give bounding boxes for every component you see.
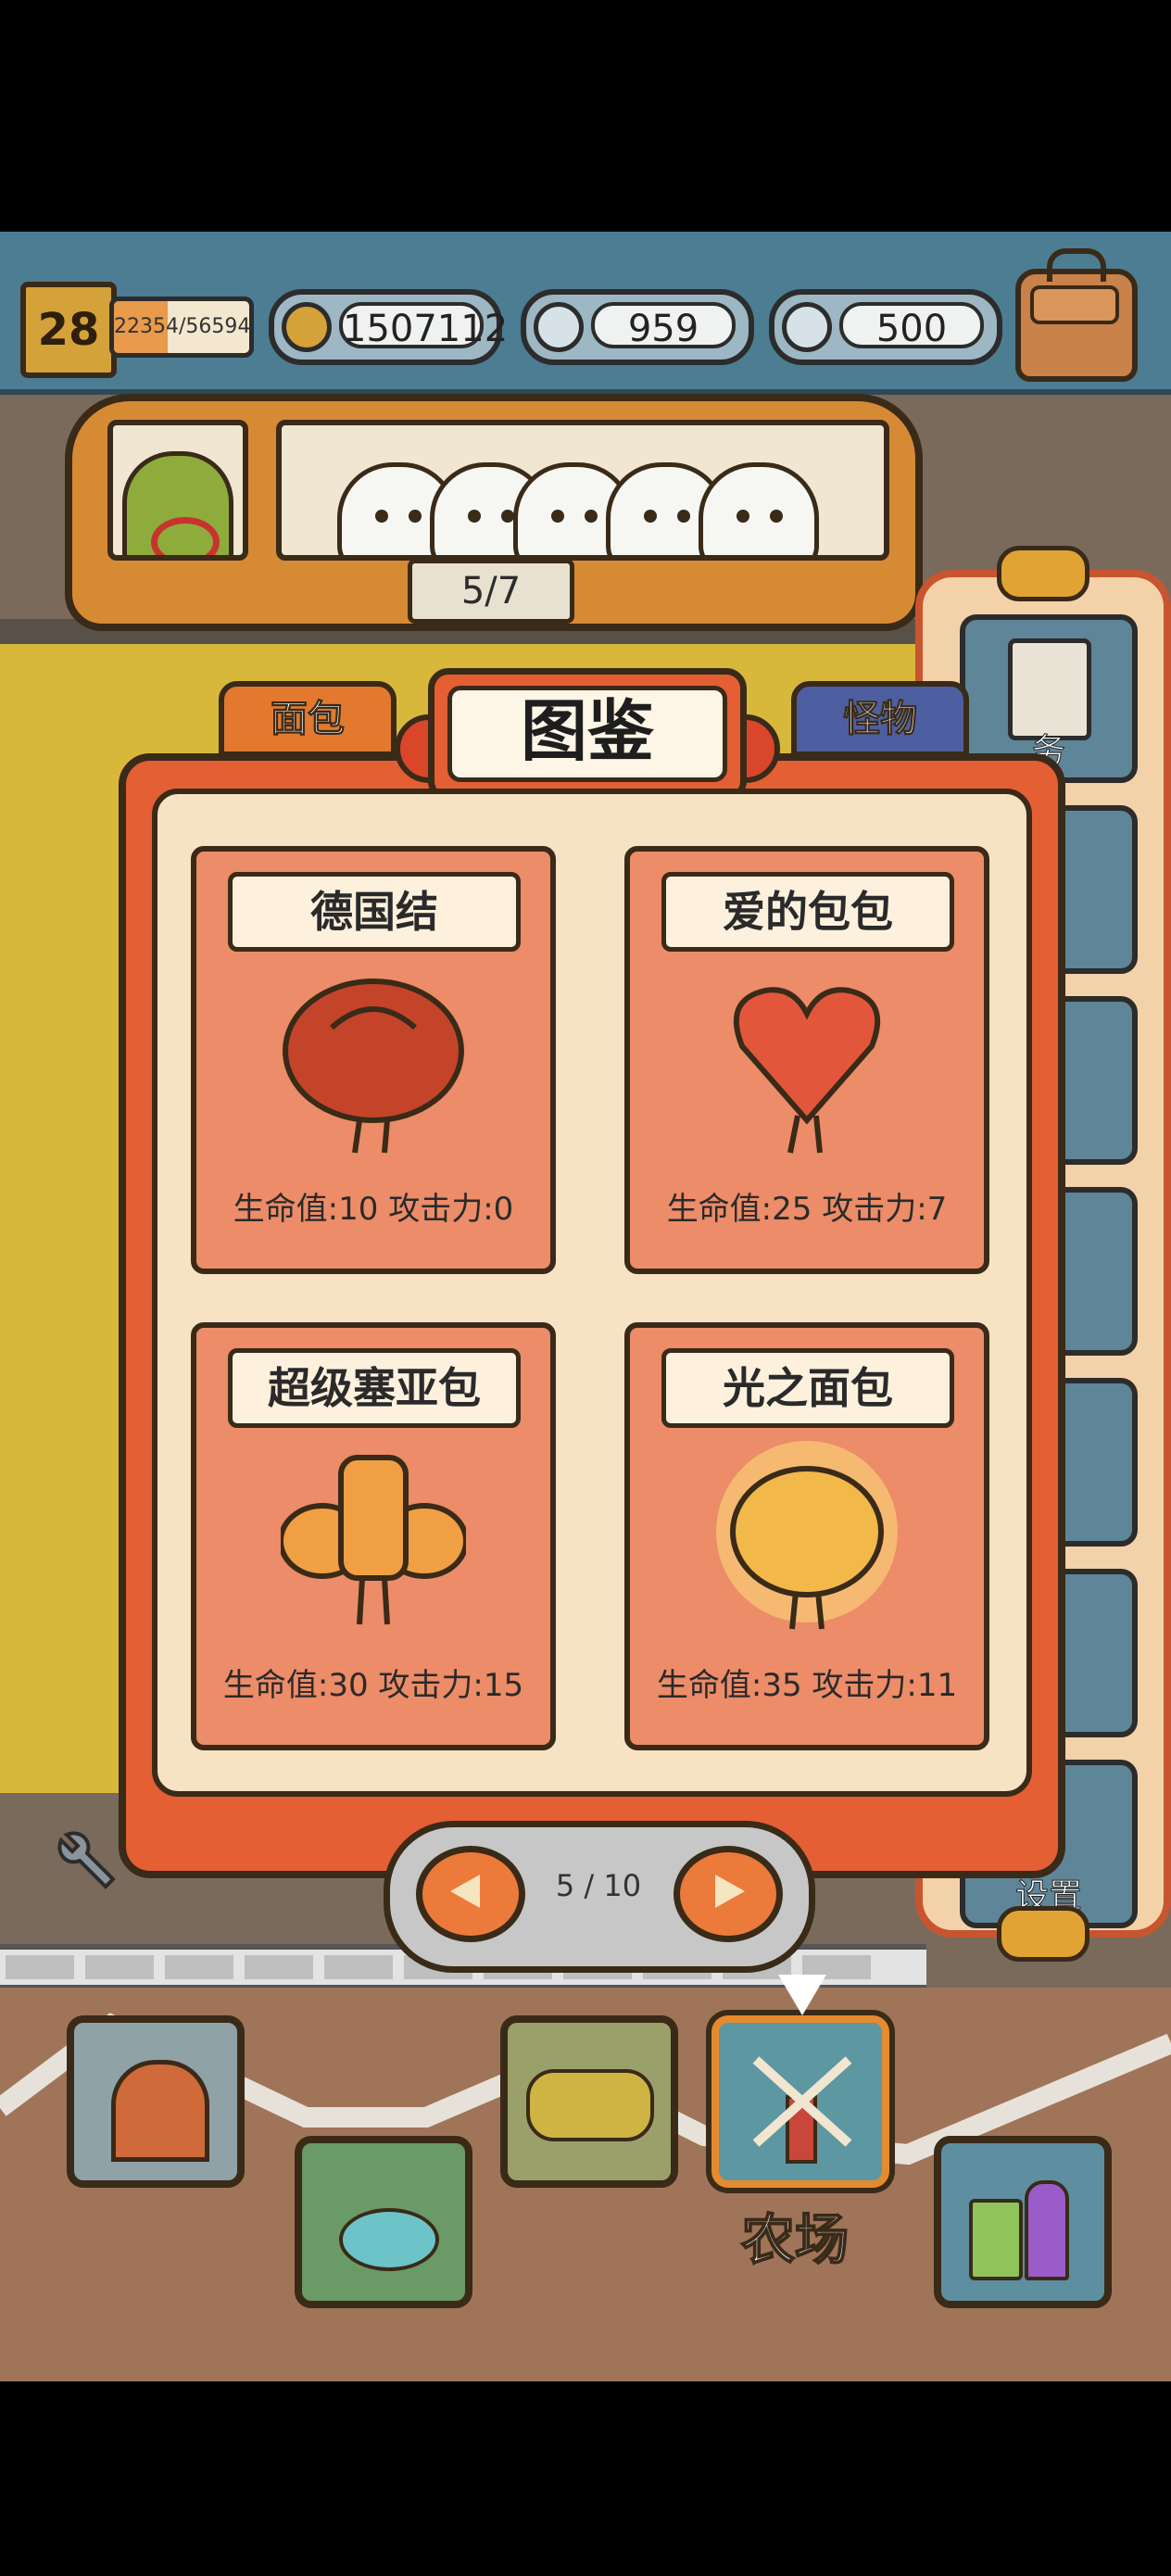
prev-page-button[interactable]: [416, 1846, 525, 1942]
passenger-icon: [699, 462, 819, 555]
lab-icon: [969, 2199, 1023, 2280]
page-indicator: 5 / 10: [555, 1868, 642, 1903]
card-name: 超级塞亚包: [228, 1348, 521, 1428]
ring-icon: [782, 302, 832, 352]
ring-value: 500: [839, 302, 984, 350]
gem-counter[interactable]: 959: [521, 289, 754, 365]
bus-driver-window: [107, 420, 248, 561]
coin-icon: [282, 302, 332, 352]
backpack-button[interactable]: [1015, 248, 1138, 382]
field-icon: [526, 2069, 654, 2141]
bus-passenger-window: [276, 420, 889, 561]
muscle-bun-icon: [281, 1455, 466, 1625]
bus[interactable]: 5/7: [65, 394, 923, 631]
next-page-button[interactable]: [674, 1846, 783, 1942]
menu-bottom-knob: [997, 1906, 1089, 1962]
encyclopedia-dialog: 面包 怪物 图鉴 德国结 生命值:10 攻击力:0 爱的包包 生命值:25 攻击…: [119, 668, 1065, 1973]
driver-icon: [122, 451, 233, 555]
bread-card[interactable]: 爱的包包 生命值:25 攻击力:7: [624, 846, 989, 1274]
building-map: 农场: [0, 1975, 1171, 2381]
pretzel-icon: [283, 979, 464, 1154]
selection-pointer: [778, 1975, 826, 2015]
bread-card[interactable]: 超级塞亚包 生命值:30 攻击力:15: [191, 1322, 556, 1750]
building-lab[interactable]: [934, 2136, 1112, 2308]
level-badge: 28: [20, 282, 117, 378]
card-name: 光之面包: [661, 1348, 954, 1428]
backpack-icon: [1030, 285, 1119, 324]
bread-card[interactable]: 光之面包 生命值:35 攻击力:11: [624, 1322, 989, 1750]
title-plate: 图鉴: [428, 668, 747, 802]
passenger-count: 5/7: [408, 559, 574, 624]
game-screen: 28 22354/56594 1507112 959 500 5/7 务 设置 …: [0, 232, 1171, 2381]
card-name: 德国结: [228, 872, 521, 952]
ring-counter[interactable]: 500: [769, 289, 1002, 365]
heart-bun-icon: [733, 987, 881, 1154]
right-arrow-icon: [715, 1875, 745, 1908]
left-arrow-icon: [450, 1875, 480, 1908]
card-stats: 生命值:10 攻击力:0: [233, 1191, 514, 1228]
top-hud: 28 22354/56594 1507112 959 500: [0, 232, 1171, 395]
orchard-icon: [339, 2208, 439, 2271]
tab-monster[interactable]: 怪物: [791, 681, 969, 757]
building-kiln[interactable]: [67, 2015, 245, 2188]
dialog-body: 德国结 生命值:10 攻击力:0 爱的包包 生命值:25 攻击力:7 超级塞亚包…: [152, 789, 1032, 1797]
card-stats: 生命值:35 攻击力:11: [656, 1667, 958, 1704]
tab-bread[interactable]: 面包: [219, 681, 397, 757]
dialog-title: 图鉴: [447, 686, 727, 782]
card-name: 爱的包包: [661, 872, 954, 952]
kiln-icon: [111, 2060, 209, 2162]
triangle-gem-icon: [534, 302, 584, 352]
bread-card[interactable]: 德国结 生命值:10 攻击力:0: [191, 846, 556, 1274]
card-stats: 生命值:30 攻击力:15: [222, 1667, 524, 1704]
selected-building-label: 农场: [740, 2207, 850, 2272]
building-field[interactable]: [500, 2015, 678, 2188]
building-orchard[interactable]: [295, 2136, 472, 2308]
windmill-icon: [752, 2056, 852, 2164]
gem-value: 959: [591, 302, 736, 350]
wrench-icon[interactable]: [54, 1825, 128, 1900]
xp-text: 22354/56594: [114, 315, 251, 338]
coin-value: 1507112: [339, 302, 508, 350]
xp-bar: 22354/56594: [109, 297, 254, 358]
pager: 5 / 10: [384, 1821, 815, 1973]
building-farm[interactable]: [711, 2015, 889, 2188]
glowing-bun-icon: [716, 1441, 898, 1630]
coin-counter[interactable]: 1507112: [269, 289, 508, 365]
card-stats: 生命值:25 攻击力:7: [666, 1191, 948, 1228]
menu-top-knob: [997, 546, 1089, 601]
